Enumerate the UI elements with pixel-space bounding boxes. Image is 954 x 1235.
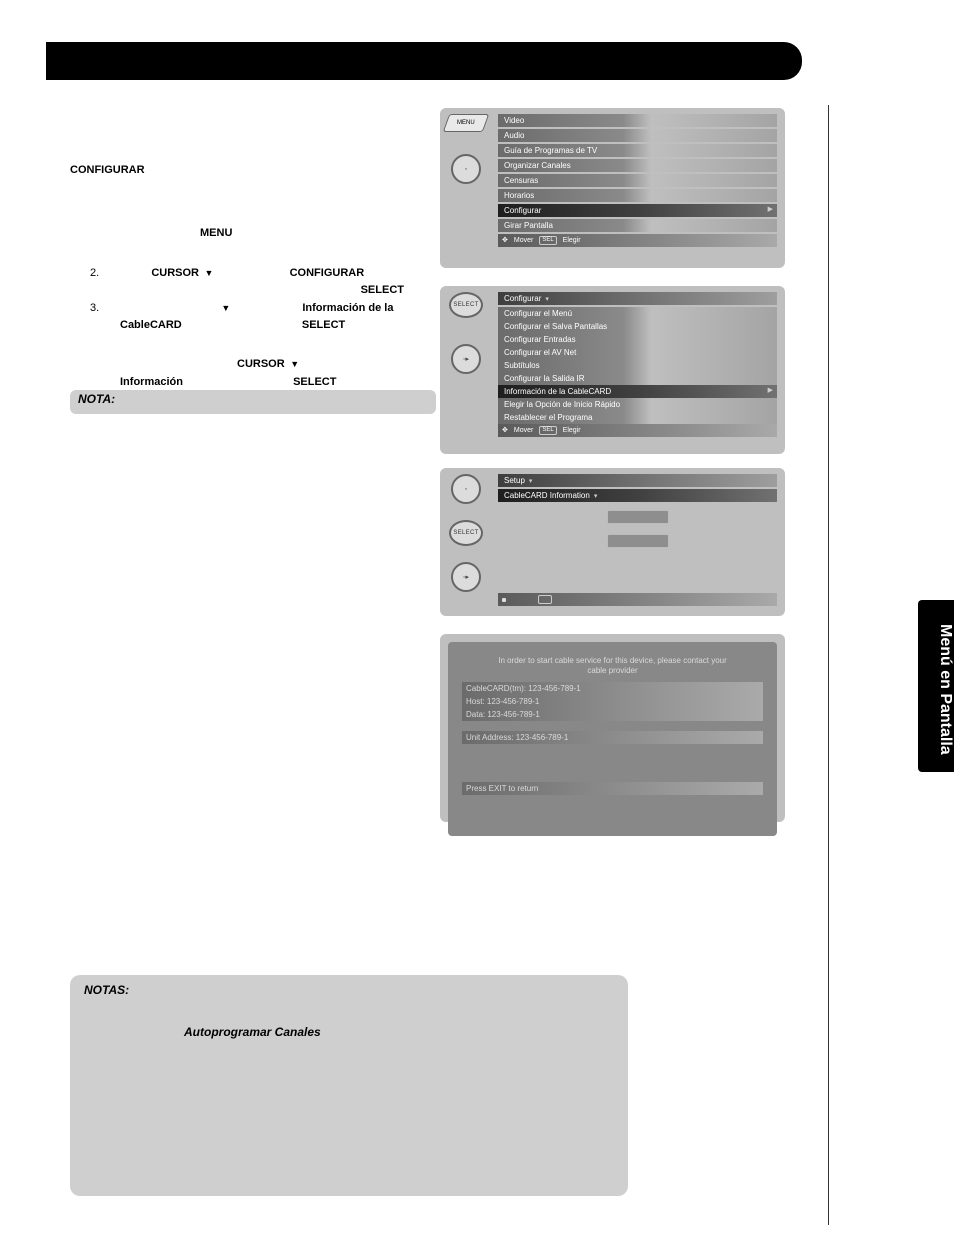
kw-info: Información de la (302, 302, 393, 314)
menu-item[interactable]: Girar Pantalla (498, 219, 777, 232)
menu-item[interactable]: Elegir la Opción de Inicio Rápido (498, 398, 777, 411)
info-exit-row: Press EXIT to return (462, 782, 763, 795)
kw-informacion: Información (120, 376, 183, 388)
info-intro: In order to start cable service for this… (462, 650, 763, 678)
menu-item[interactable]: Video (498, 114, 777, 127)
menu-item[interactable]: Configurar Entradas (498, 333, 777, 346)
kw-cursor2: CURSOR (237, 358, 285, 370)
instructions-block: CONFIGURAR MENU 2. CURSOR ▼ CONFIGURAR S… (70, 105, 420, 392)
info-inner: In order to start cable service for this… (448, 642, 777, 836)
cursor-ring-icon: ◦▸ (451, 562, 481, 592)
nota-box: NOTA: (70, 390, 436, 414)
step3-num: 3. (90, 302, 99, 314)
menu-item[interactable]: Audio (498, 129, 777, 142)
panel2-hint: ✥MoverSELElegir (498, 424, 777, 437)
info-row: Data: 123-456-789-1 (462, 708, 763, 721)
select-key-icon: SELECT (449, 520, 483, 546)
tv-configurar-list: Configurar▾ Configurar el MenúConfigurar… (492, 286, 785, 454)
kw-cablecard: CableCARD (120, 319, 182, 331)
sel-badge-icon: SEL (539, 236, 556, 245)
menu-item[interactable]: Configurar (498, 204, 777, 217)
kw-cursor: CURSOR (151, 267, 199, 279)
nota-label: NOTA: (78, 392, 115, 406)
menu-item[interactable]: Censuras (498, 174, 777, 187)
tv-cablecard-box: Setup▾ CableCARD Information▾ (492, 468, 785, 616)
sel-badge-icon: SEL (539, 426, 556, 435)
panel3-row: CableCARD Information▾ (498, 489, 777, 502)
info-row: Host: 123-456-789-1 (462, 695, 763, 708)
notas-sub: Autoprogramar Canales (84, 1025, 614, 1039)
kw-select3: SELECT (293, 376, 336, 388)
header-black-bar (46, 42, 802, 80)
menu-item[interactable]: Configurar el Menú (498, 307, 777, 320)
move-glyph-icon: ✥ (502, 426, 508, 434)
menu-item[interactable]: Información de la CableCARD (498, 385, 777, 398)
kw-select2: SELECT (302, 319, 345, 331)
kw-configurar: CONFIGURAR (70, 164, 145, 176)
cursor-ring-icon: ◦▸ (451, 344, 481, 374)
sel-badge-icon (538, 595, 552, 604)
menu-item[interactable]: Organizar Canales (498, 159, 777, 172)
placeholder-slot (607, 510, 669, 524)
menu-item[interactable]: Horarios (498, 189, 777, 202)
screen-panel-main-menu: MENU ◦ Video Audio Guía de Programas de TV… (440, 108, 785, 268)
menu-item[interactable]: Configurar el Salva Pantallas (498, 320, 777, 333)
info-row: CableCARD(tm): 123-456-789-1 (462, 682, 763, 695)
notas-box: NOTAS: Autoprogramar Canales (70, 975, 628, 1196)
menu-item[interactable]: Configurar el AV Net (498, 346, 777, 359)
panel2-header: Configurar▾ (498, 292, 777, 305)
panel3-hint (498, 593, 777, 606)
cursor-ring-icon: ◦ (451, 474, 481, 504)
screen-panel-cable-details: In order to start cable service for this… (440, 634, 785, 822)
menu-item[interactable]: Restablecer el Programa (498, 411, 777, 424)
dot-icon (502, 598, 506, 602)
select-key-icon: SELECT (449, 292, 483, 318)
screen-panel-configurar: SELECT ◦▸ Configurar▾ Configurar el Menú… (440, 286, 785, 454)
move-glyph-icon: ✥ (502, 236, 508, 244)
kw-configurar2: CONFIGURAR (290, 267, 365, 279)
tv-menu-list: Video Audio Guía de Programas de TV Organiz… (492, 108, 785, 268)
step2-num: 2. (90, 267, 99, 279)
info-unit-row: Unit Address: 123-456-789-1 (462, 731, 763, 744)
menu-item[interactable]: Subtítulos (498, 359, 777, 372)
side-tab: Menú en Pantalla (918, 600, 954, 772)
menu-key-icon: MENU (443, 114, 490, 132)
down-triangle-icon: ▼ (221, 303, 230, 313)
kw-menu: MENU (200, 227, 232, 239)
down-triangle-icon: ▼ (202, 268, 213, 278)
menu-item[interactable]: Configurar la Salida IR (498, 372, 777, 385)
vertical-divider (828, 105, 829, 1225)
notas-title: NOTAS: (84, 983, 614, 997)
panel1-hint: ✥MoverSELElegir (498, 234, 777, 247)
panel3-header: Setup▾ (498, 474, 777, 487)
menu-item[interactable]: Guía de Programas de TV (498, 144, 777, 157)
down-triangle-icon: ▼ (288, 359, 299, 369)
cursor-ring-icon: ◦ (451, 154, 481, 184)
placeholder-slot (607, 534, 669, 548)
screen-panel-cablecard-info: ◦ SELECT ◦▸ Setup▾ CableCARD Information… (440, 468, 785, 616)
kw-select: SELECT (361, 284, 404, 296)
